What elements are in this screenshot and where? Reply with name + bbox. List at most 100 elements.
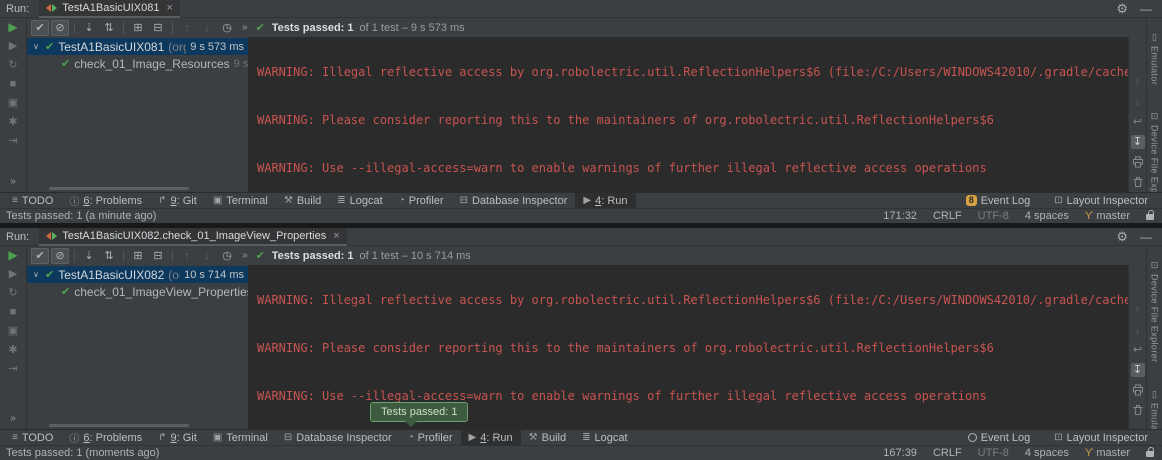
run-tab[interactable]: TestA1BasicUIX082.check_01_ImageView_Pro… <box>39 228 346 246</box>
tool-button-terminal[interactable]: ▣Terminal <box>205 430 276 446</box>
tool-button-build[interactable]: ⚒Build <box>521 430 574 446</box>
line-ending[interactable]: CRLF <box>933 447 962 459</box>
tool-button-logcat[interactable]: ≣Logcat <box>574 430 635 446</box>
expand-all-button[interactable]: ⊞ <box>129 248 147 264</box>
line-ending[interactable]: CRLF <box>933 210 962 222</box>
print-icon[interactable] <box>1131 155 1145 169</box>
rerun-button[interactable]: ▶ <box>8 21 17 33</box>
tool-button-database-inspector[interactable]: ⊟Database Inspector <box>276 430 400 446</box>
collapse-all-button[interactable]: ⊟ <box>149 20 167 36</box>
tool-button-build[interactable]: ⚒Build <box>276 193 329 209</box>
tool-button-todo[interactable]: ≡TODO <box>4 193 61 209</box>
tool-button-database-inspector[interactable]: ⊟Database Inspector <box>452 193 576 209</box>
rerun-failed-tests-button[interactable]: ▶ <box>9 40 17 52</box>
chevron-down-icon[interactable]: ∨ <box>33 42 41 51</box>
test-history-button[interactable]: ◷ <box>218 248 236 264</box>
sort-by-duration-button[interactable]: ⇅ <box>100 248 118 264</box>
tool-button-logcat[interactable]: ≣Logcat <box>329 193 390 209</box>
restore-layout-button[interactable]: ✱ <box>8 116 17 128</box>
tree-horizontal-scrollbar[interactable] <box>49 424 189 427</box>
show-passed-button[interactable]: ✔ <box>31 20 49 36</box>
layout-inspector-button[interactable]: ⊡Layout Inspector <box>1052 193 1150 209</box>
rerun-button[interactable]: ▶ <box>8 249 17 261</box>
tool-button-git[interactable]: ↱9: Git <box>150 193 205 209</box>
event-log-button[interactable]: Event Log <box>966 430 1033 446</box>
tool-button-profiler[interactable]: ◔Profiler <box>391 193 452 209</box>
show-ignored-button[interactable]: ⊘ <box>51 248 69 264</box>
print-icon[interactable] <box>1131 383 1145 397</box>
scroll-down-icon[interactable]: ↓ <box>1131 323 1145 337</box>
caret-position[interactable]: 167:39 <box>883 447 917 459</box>
toolbar-more-icon[interactable]: » <box>242 250 248 261</box>
tool-strip-device-file-explorer[interactable]: ⊡ Device File Explorer <box>1150 260 1160 363</box>
show-passed-button[interactable]: ✔ <box>31 248 49 264</box>
tool-button-todo[interactable]: ≡TODO <box>4 430 61 446</box>
caret-position[interactable]: 171:32 <box>883 210 917 222</box>
clear-console-icon[interactable] <box>1131 175 1145 189</box>
tool-button-problems[interactable]: ⓘ6: Problems <box>61 430 150 446</box>
chevron-down-icon[interactable]: ∨ <box>33 270 41 279</box>
import-tests-button[interactable]: ⇥ <box>8 363 17 375</box>
screenshot-button[interactable]: ▣ <box>8 97 18 109</box>
restore-layout-button[interactable]: ✱ <box>8 344 17 356</box>
next-failed-test-button[interactable]: ↓ <box>198 248 216 264</box>
git-branch-widget[interactable]: ϒmaster <box>1085 210 1130 222</box>
more-options-icon[interactable]: » <box>10 176 16 188</box>
show-ignored-button[interactable]: ⊘ <box>51 20 69 36</box>
scroll-to-end-icon[interactable]: ↧ <box>1131 363 1145 377</box>
minimize-icon[interactable]: — <box>1140 2 1152 16</box>
indent-setting[interactable]: 4 spaces <box>1025 210 1069 222</box>
scroll-up-icon[interactable]: ↑ <box>1131 303 1145 317</box>
close-icon[interactable]: × <box>166 2 172 14</box>
previous-failed-test-button[interactable]: ↑ <box>178 20 196 36</box>
event-log-button[interactable]: 8Event Log <box>964 193 1033 209</box>
tool-button-git[interactable]: ↱9: Git <box>150 430 205 446</box>
toggle-auto-test-button[interactable]: ↻ <box>8 59 17 71</box>
git-branch-widget[interactable]: ϒmaster <box>1085 447 1130 459</box>
test-history-button[interactable]: ◷ <box>218 20 236 36</box>
layout-inspector-button[interactable]: ⊡Layout Inspector <box>1052 430 1150 446</box>
indent-setting[interactable]: 4 spaces <box>1025 447 1069 459</box>
soft-wrap-icon[interactable]: ↩ <box>1131 343 1145 357</box>
minimize-icon[interactable]: — <box>1140 230 1152 244</box>
tool-button-terminal[interactable]: ▣Terminal <box>205 193 276 209</box>
previous-failed-test-button[interactable]: ↑ <box>178 248 196 264</box>
toggle-auto-test-button[interactable]: ↻ <box>8 287 17 299</box>
sort-alphabetically-button[interactable]: ⇣ <box>80 20 98 36</box>
close-icon[interactable]: × <box>333 230 339 242</box>
write-access-lock-icon[interactable] <box>1146 214 1154 220</box>
scroll-to-end-icon[interactable]: ↧ <box>1131 135 1145 149</box>
rerun-failed-tests-button[interactable]: ▶ <box>9 268 17 280</box>
sort-by-duration-button[interactable]: ⇅ <box>100 20 118 36</box>
test-tree-child-row[interactable]: ✔ check_01_Image_Resources 9 s 573 ms <box>27 55 248 72</box>
scroll-up-icon[interactable]: ↑ <box>1131 75 1145 89</box>
more-options-icon[interactable]: » <box>10 413 16 425</box>
tree-horizontal-scrollbar[interactable] <box>49 187 189 190</box>
test-tree-root-row[interactable]: ∨ ✔ TestA1BasicUIX081 (org.aplas.basica … <box>27 38 248 55</box>
file-encoding[interactable]: UTF-8 <box>978 210 1009 222</box>
tool-strip-emulator[interactable]: ▯ Emulator <box>1150 32 1160 85</box>
tool-button-run[interactable]: ▶4: Run <box>461 430 521 446</box>
scroll-down-icon[interactable]: ↓ <box>1131 95 1145 109</box>
stop-button[interactable]: ■ <box>10 78 17 90</box>
write-access-lock-icon[interactable] <box>1146 451 1154 457</box>
next-failed-test-button[interactable]: ↓ <box>198 20 216 36</box>
screenshot-button[interactable]: ▣ <box>8 325 18 337</box>
toolbar-more-icon[interactable]: » <box>242 22 248 33</box>
stop-button[interactable]: ■ <box>10 306 17 318</box>
gear-icon[interactable]: ⚙ <box>1116 1 1128 17</box>
tool-button-run[interactable]: ▶4: Run <box>575 193 635 209</box>
file-encoding[interactable]: UTF-8 <box>978 447 1009 459</box>
run-tab[interactable]: TestA1BasicUIX081 × <box>39 0 180 18</box>
soft-wrap-icon[interactable]: ↩ <box>1131 115 1145 129</box>
expand-all-button[interactable]: ⊞ <box>129 20 147 36</box>
gear-icon[interactable]: ⚙ <box>1116 229 1128 245</box>
clear-console-icon[interactable] <box>1131 403 1145 417</box>
tool-button-profiler[interactable]: ◔Profiler <box>400 430 461 446</box>
collapse-all-button[interactable]: ⊟ <box>149 248 167 264</box>
import-tests-button[interactable]: ⇥ <box>8 135 17 147</box>
tool-button-problems[interactable]: ⓘ6: Problems <box>61 193 150 209</box>
sort-alphabetically-button[interactable]: ⇣ <box>80 248 98 264</box>
test-tree-root-row[interactable]: ∨ ✔ TestA1BasicUIX082 (org.aplas.basica … <box>27 266 248 283</box>
test-tree-child-row[interactable]: ✔ check_01_ImageView_Properties 10 s 714… <box>27 283 248 300</box>
